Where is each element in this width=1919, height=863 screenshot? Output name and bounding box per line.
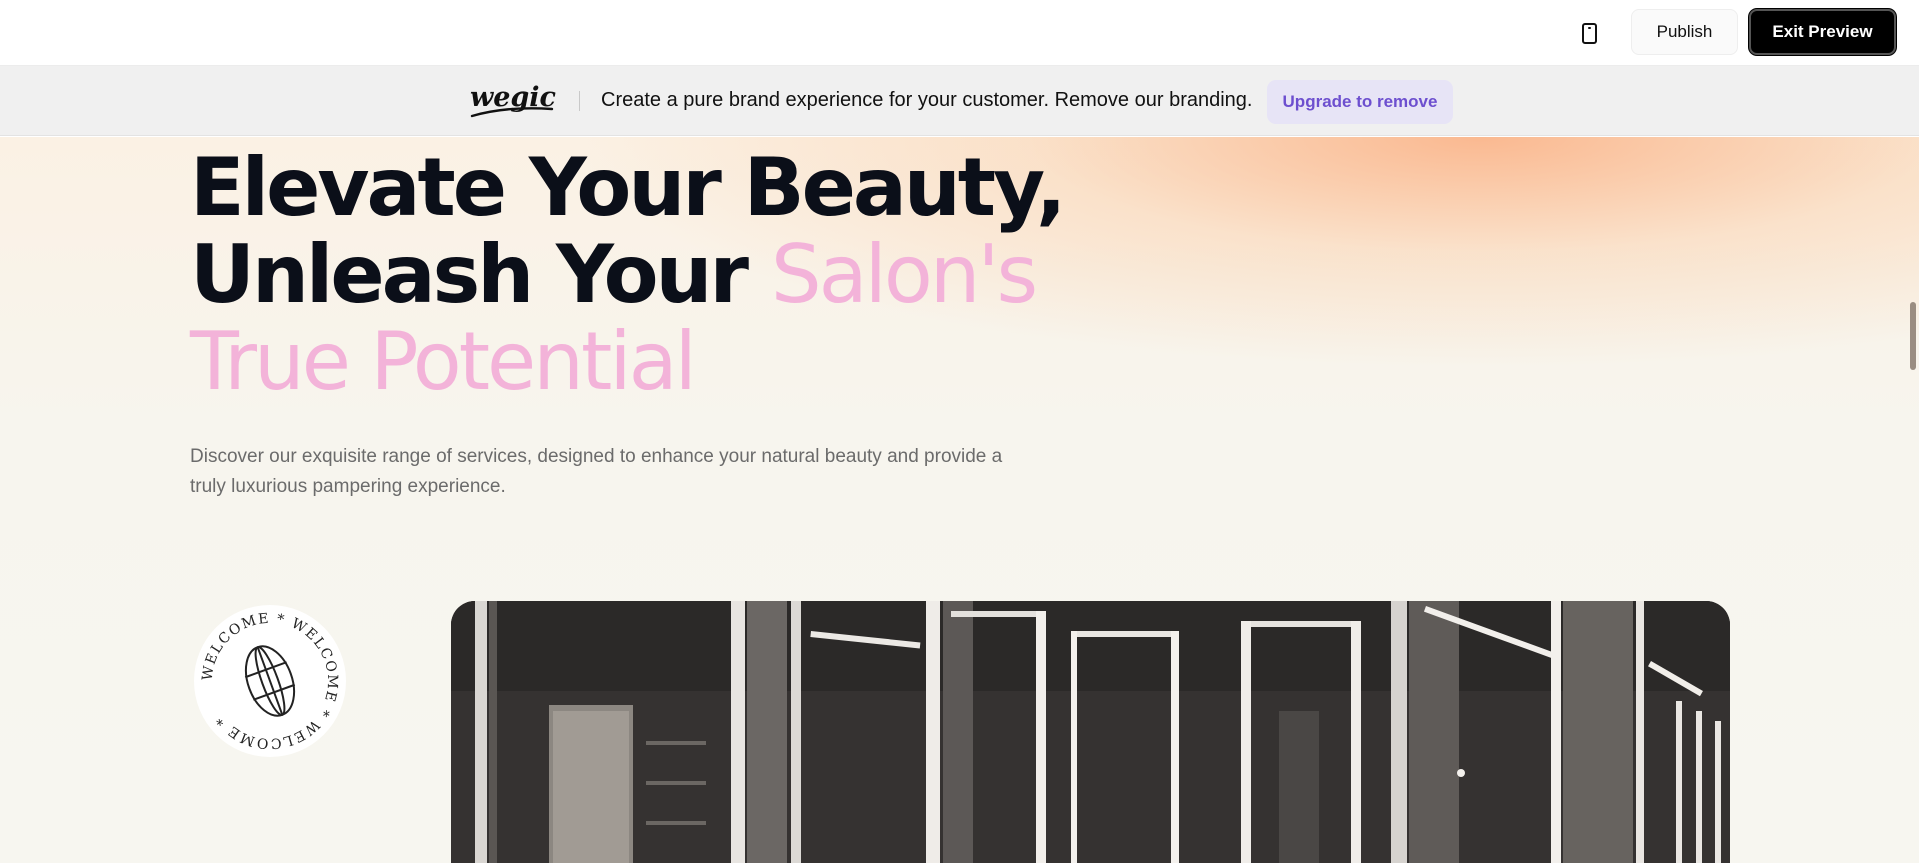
hero-section: Elevate Your Beauty, Unleash Your Salon'…	[0, 137, 1919, 863]
mobile-preview-button[interactable]	[1572, 16, 1606, 50]
hero-headline: Elevate Your Beauty, Unleash Your Salon'…	[190, 144, 1090, 405]
upgrade-to-remove-button[interactable]: Upgrade to remove	[1267, 80, 1453, 124]
salon-interior-image	[451, 601, 1730, 863]
top-toolbar: Publish Exit Preview	[0, 0, 1919, 66]
wegic-logo: wegic	[470, 82, 556, 118]
banner-divider	[579, 91, 580, 111]
headline-line-1: Elevate Your Beauty,	[190, 141, 1066, 234]
headline-line-2-accent: Salon's	[770, 228, 1038, 321]
exit-preview-button[interactable]: Exit Preview	[1749, 9, 1896, 55]
welcome-badge: WELCOME * WELCOME * WELCOME *	[194, 605, 346, 757]
scrollbar-thumb[interactable]	[1910, 302, 1916, 370]
hero-description: Discover our exquisite range of services…	[190, 446, 1003, 497]
headline-line-3: True Potential	[190, 315, 697, 408]
headline-line-2-dark: Unleash Your	[190, 228, 771, 321]
branding-banner: wegic Create a pure brand experience for…	[0, 66, 1919, 136]
banner-message: Create a pure brand experience for your …	[601, 89, 1253, 111]
publish-button[interactable]: Publish	[1631, 9, 1738, 55]
globe-icon	[244, 645, 296, 717]
headline-line-2: Unleash Your Salon's	[190, 231, 1090, 318]
mobile-phone-icon	[1581, 22, 1597, 44]
